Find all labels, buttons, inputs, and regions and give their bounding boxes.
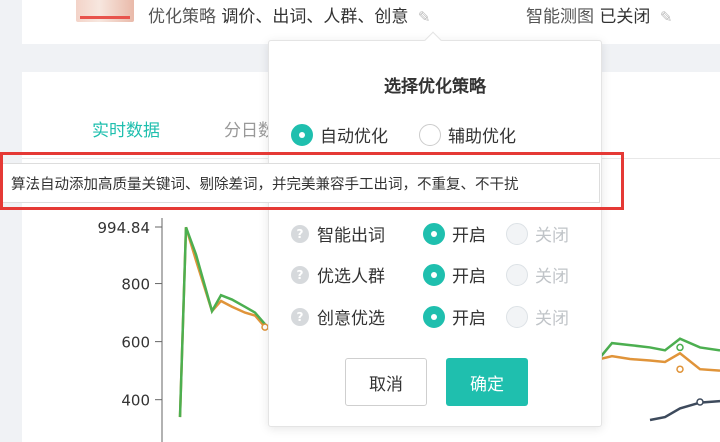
help-icon[interactable]: ? — [291, 224, 309, 243]
confirm-button[interactable]: 确定 — [446, 358, 528, 406]
setting-label: 优选人群 — [317, 267, 385, 287]
setting-row-creative-optimize: ? 创意优选 开启 关闭 — [291, 304, 569, 329]
mode-assist-label: 辅助优化 — [448, 127, 516, 147]
y-tick-label: 600 — [121, 334, 150, 352]
tooltip-text: 算法自动添加高质量关键词、剔除差词，并完美兼容手工出词，不重复、不干扰 — [11, 176, 519, 193]
strategy-popover: 选择优化策略 自动优化 辅助优化 ? 智能出词 开启 关闭 ? 优选人群 开启 … — [268, 31, 602, 427]
y-tick-label: 400 — [121, 392, 150, 410]
help-icon[interactable]: ? — [291, 265, 309, 284]
series-line-green-right — [599, 337, 720, 359]
preferred-crowd-off-radio — [506, 263, 528, 286]
y-tick-label: 800 — [121, 276, 150, 294]
auto-optimize-tooltip: 算法自动添加高质量关键词、剔除差词，并完美兼容手工出词，不重复、不干扰 — [2, 163, 600, 203]
series-line-green — [178, 226, 266, 418]
series-line-dark-right — [649, 399, 720, 422]
data-point — [696, 398, 704, 406]
off-label: 关闭 — [535, 226, 569, 246]
mode-auto-radio[interactable] — [291, 123, 313, 146]
series-line-orange — [178, 226, 266, 418]
creative-optimize-on-radio[interactable] — [423, 305, 445, 328]
setting-row-smart-words: ? 智能出词 开启 关闭 — [291, 221, 569, 246]
y-tick-label: 994.84 — [98, 219, 151, 237]
mode-assist-option[interactable]: 辅助优化 — [419, 122, 516, 147]
preferred-crowd-on-radio[interactable] — [423, 263, 445, 286]
on-label: 开启 — [452, 226, 486, 246]
setting-label: 智能出词 — [317, 226, 385, 246]
smart-words-off-radio — [506, 222, 528, 245]
mode-auto-option[interactable]: 自动优化 — [291, 122, 388, 147]
on-label: 开启 — [452, 267, 486, 287]
mode-auto-label: 自动优化 — [320, 127, 388, 147]
on-label: 开启 — [452, 309, 486, 329]
smart-words-on-radio[interactable] — [423, 222, 445, 245]
setting-row-preferred-crowd: ? 优选人群 开启 关闭 — [291, 262, 569, 287]
series-line-orange-right — [599, 351, 720, 372]
setting-label: 创意优选 — [317, 309, 385, 329]
off-label: 关闭 — [535, 267, 569, 287]
off-label: 关闭 — [535, 309, 569, 329]
data-point — [676, 365, 684, 373]
mode-assist-radio[interactable] — [419, 123, 441, 146]
data-point — [676, 343, 684, 352]
cancel-button[interactable]: 取消 — [345, 358, 427, 406]
popover-title: 选择优化策略 — [384, 77, 486, 97]
help-icon[interactable]: ? — [291, 307, 309, 326]
creative-optimize-off-radio — [506, 305, 528, 328]
